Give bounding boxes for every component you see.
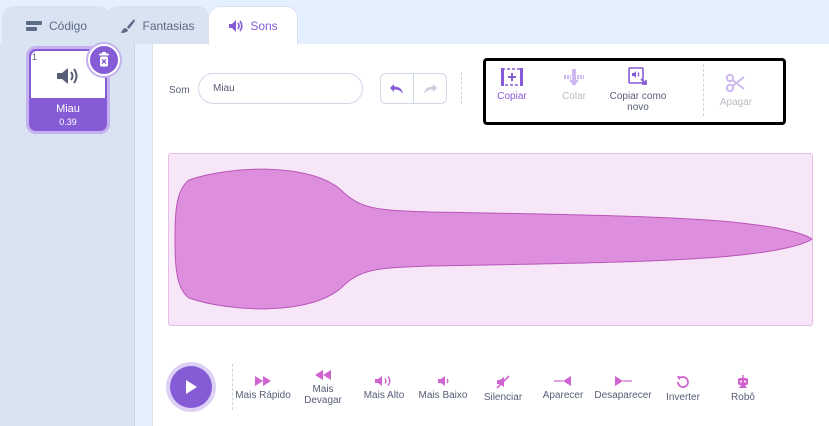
mute-icon: [496, 375, 510, 389]
toolbar-divider: [703, 64, 704, 116]
softer-icon: [438, 376, 449, 386]
copy-icon: [501, 68, 523, 86]
undo-redo-group: [380, 73, 447, 104]
undo-button[interactable]: [381, 74, 413, 103]
slower-icon: [315, 370, 331, 380]
effect-reverse-button[interactable]: Inverter: [660, 375, 706, 403]
delete-button[interactable]: Apagar: [714, 73, 758, 108]
tab-code[interactable]: Código: [2, 6, 110, 44]
paste-icon: [564, 69, 584, 86]
effect-slower-label: Mais Devagar: [304, 384, 342, 406]
code-icon: [25, 20, 42, 31]
sound-duration: 0.39: [59, 117, 77, 127]
play-button[interactable]: [170, 366, 212, 408]
fade-out-icon: [615, 376, 632, 386]
effect-fade-in-label: Aparecer: [542, 390, 584, 401]
brush-icon: [121, 18, 136, 33]
play-icon: [186, 380, 197, 394]
sound-name: Miau: [56, 103, 80, 115]
effect-slower-button[interactable]: Mais Devagar: [295, 369, 351, 406]
effect-mute-label: Silenciar: [483, 392, 523, 403]
effect-fade-out-button[interactable]: Desaparecer: [591, 375, 655, 401]
speaker-icon: [57, 68, 78, 84]
toolbar-divider: [461, 72, 462, 104]
effect-softer-button[interactable]: Mais Baixo: [415, 375, 471, 401]
copy-label: Copiar: [497, 91, 527, 102]
redo-button[interactable]: [413, 74, 446, 103]
copy-button[interactable]: Copiar: [489, 67, 535, 102]
robot-icon: [738, 375, 748, 388]
effect-faster-label: Mais Rápido: [235, 390, 291, 401]
delete-label: Apagar: [719, 97, 753, 108]
delete-sound-button[interactable]: [88, 44, 120, 76]
sound-name-input[interactable]: Miau: [198, 73, 363, 104]
effect-louder-button[interactable]: Mais Alto: [358, 375, 410, 401]
fade-in-icon: [554, 376, 571, 386]
redo-icon: [424, 83, 437, 94]
effect-robot-button[interactable]: Robô: [720, 375, 766, 403]
copy-to-new-icon: [628, 67, 647, 85]
faster-icon: [255, 376, 271, 386]
undo-icon: [390, 83, 403, 94]
copy-to-new-button[interactable]: Copiar como novo: [604, 67, 672, 113]
speaker-icon: [229, 20, 243, 32]
effect-reverse-label: Inverter: [666, 392, 700, 403]
waveform: [174, 168, 812, 310]
trash-icon: [99, 52, 109, 67]
reverse-icon: [677, 376, 689, 388]
tab-costumes-label: Fantasias: [142, 18, 195, 33]
effect-faster-button[interactable]: Mais Rápido: [232, 375, 294, 401]
sound-name-label: Som: [169, 85, 190, 96]
sound-index: 1: [32, 52, 38, 62]
effect-fade-out-label: Desaparecer: [594, 390, 652, 401]
effect-mute-button[interactable]: Silenciar: [478, 375, 528, 403]
scissors-icon: [725, 73, 745, 93]
paste-button[interactable]: Colar: [552, 67, 596, 102]
tab-code-label: Código: [48, 18, 88, 33]
louder-icon: [375, 376, 391, 386]
tab-sounds-label: Sons: [250, 19, 278, 33]
tab-sounds[interactable]: Sons: [208, 6, 298, 45]
effect-softer-label: Mais Baixo: [418, 390, 468, 401]
tab-costumes[interactable]: Fantasias: [106, 6, 209, 44]
waveform-area[interactable]: [168, 153, 813, 326]
effect-fade-in-button[interactable]: Aparecer: [537, 375, 589, 401]
effect-louder-label: Mais Alto: [363, 390, 405, 401]
paste-label: Colar: [562, 91, 586, 102]
effect-robot-label: Robô: [731, 392, 755, 403]
copy-to-new-label: Copiar como novo: [609, 91, 667, 113]
